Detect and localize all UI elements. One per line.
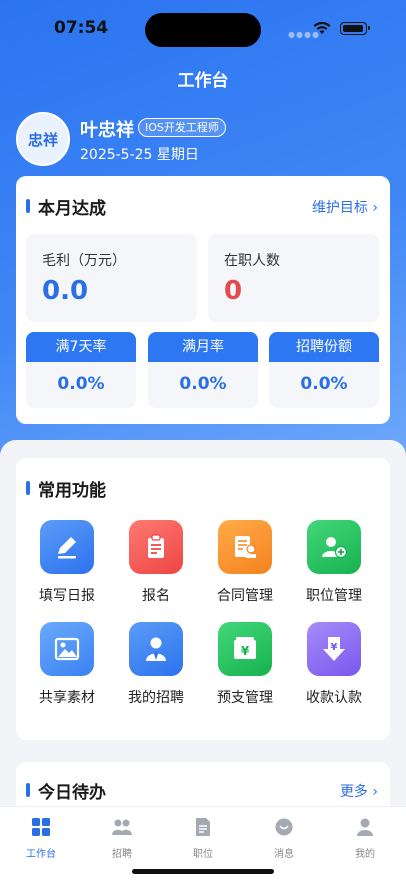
add-user-icon — [307, 520, 361, 574]
monthly-card-title: 本月达成 — [26, 194, 106, 219]
image-icon — [40, 622, 94, 676]
todo-card-title: 今日待办 — [26, 778, 106, 803]
rate-label: 招聘份额 — [269, 332, 379, 362]
shared-materials-button[interactable]: 共享素材 — [27, 622, 107, 707]
contract-icon — [218, 520, 272, 574]
svg-text:¥: ¥ — [331, 642, 338, 653]
common-functions-card: 常用功能 填写日报 报名 合同管理 职位管理 共享素材 我的招聘 ¥ 预支管理 … — [16, 458, 390, 740]
rate-label: 满月率 — [148, 332, 258, 362]
people-icon — [112, 819, 132, 835]
tab-recruitment[interactable]: 招聘 — [92, 817, 152, 860]
registration-button[interactable]: 报名 — [116, 520, 196, 605]
status-bar: 07:54 ●●●● — [0, 0, 406, 60]
battery-icon — [340, 22, 370, 35]
home-indicator — [132, 869, 274, 874]
rate-value: 0.0% — [57, 374, 105, 394]
my-recruitment-button[interactable]: 我的招聘 — [116, 622, 196, 707]
edit-icon — [40, 520, 94, 574]
status-time: 07:54 — [54, 18, 109, 38]
contract-management-button[interactable]: 合同管理 — [205, 520, 285, 605]
tab-label: 消息 — [274, 849, 294, 860]
position-management-button[interactable]: 职位管理 — [294, 520, 374, 605]
functions-card-title: 常用功能 — [26, 476, 106, 501]
metric-label: 毛利（万元） — [42, 253, 126, 269]
function-label: 我的招聘 — [128, 690, 184, 706]
monthly-achievement-card: 本月达成 维护目标 › 毛利（万元） 0.0 在职人数 0 满7天率 0.0% … — [16, 176, 390, 424]
receive-money-icon: ¥ — [307, 622, 361, 676]
profile-header[interactable]: 忠祥 叶忠祥 IOS开发工程师 2025-5-25 星期日 — [16, 112, 396, 172]
fill-daily-report-button[interactable]: 填写日报 — [27, 520, 107, 605]
function-label: 收款认款 — [306, 690, 362, 706]
seven-day-rate[interactable]: 满7天率 0.0% — [26, 332, 136, 408]
metric-value: 0.0 — [42, 276, 89, 306]
person-tie-icon — [129, 622, 183, 676]
document-icon — [196, 818, 210, 836]
clipboard-icon — [129, 520, 183, 574]
metric-label: 在职人数 — [224, 253, 280, 269]
dynamic-island — [145, 13, 261, 47]
tab-label: 招聘 — [112, 849, 132, 860]
tab-label: 我的 — [355, 849, 375, 860]
function-label: 报名 — [142, 588, 170, 604]
user-icon — [357, 818, 373, 836]
wifi-icon — [313, 21, 331, 34]
money-envelope-icon: ¥ — [218, 622, 272, 676]
tab-label: 工作台 — [26, 849, 56, 860]
employee-count-metric[interactable]: 在职人数 0 — [208, 234, 379, 322]
recruit-share-rate[interactable]: 招聘份额 0.0% — [269, 332, 379, 408]
function-label: 共享素材 — [39, 690, 95, 706]
current-date: 2025-5-25 星期日 — [80, 147, 199, 163]
gross-profit-metric[interactable]: 毛利（万元） 0.0 — [26, 234, 197, 322]
page-title: 工作台 — [177, 71, 229, 91]
function-label: 填写日报 — [39, 588, 95, 604]
more-todo-link[interactable]: 更多 › — [340, 781, 378, 801]
function-label: 合同管理 — [217, 588, 273, 604]
svg-text:¥: ¥ — [241, 644, 250, 658]
payment-confirmation-button[interactable]: ¥ 收款认款 — [294, 622, 374, 707]
monthly-rate[interactable]: 满月率 0.0% — [148, 332, 258, 408]
tab-messages[interactable]: 消息 — [254, 817, 314, 860]
rate-value: 0.0% — [300, 374, 348, 394]
chat-icon — [275, 818, 293, 836]
function-label: 职位管理 — [306, 588, 362, 604]
tab-mine[interactable]: 我的 — [335, 817, 395, 860]
rate-label: 满7天率 — [26, 332, 136, 362]
metric-value: 0 — [224, 276, 243, 306]
function-label: 预支管理 — [217, 690, 273, 706]
tab-label: 职位 — [193, 849, 213, 860]
avatar[interactable]: 忠祥 — [16, 112, 70, 166]
user-name: 叶忠祥 — [80, 120, 134, 141]
tab-positions[interactable]: 职位 — [173, 817, 233, 860]
maintain-target-link[interactable]: 维护目标 › — [312, 197, 378, 217]
rate-value: 0.0% — [179, 374, 227, 394]
tab-workbench[interactable]: 工作台 — [11, 817, 71, 860]
role-badge: IOS开发工程师 — [138, 118, 226, 137]
grid-icon — [32, 818, 50, 836]
advance-management-button[interactable]: ¥ 预支管理 — [205, 622, 285, 707]
